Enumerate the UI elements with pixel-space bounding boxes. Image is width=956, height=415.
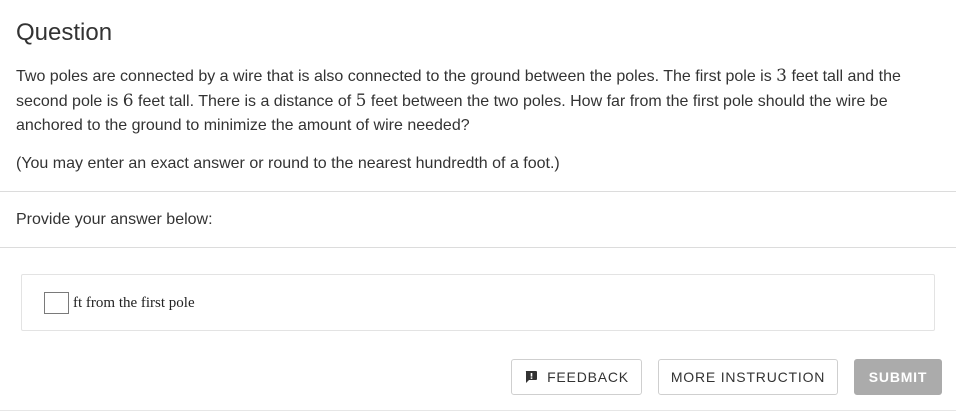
question-text-part-1: Two poles are connected by a wire that i… bbox=[16, 68, 777, 85]
question-text: Two poles are connected by a wire that i… bbox=[16, 64, 946, 138]
feedback-button[interactable]: FEEDBACK bbox=[511, 359, 642, 395]
answer-box: ft from the first pole bbox=[21, 274, 935, 331]
more-instruction-button-label: MORE INSTRUCTION bbox=[670, 369, 826, 385]
pole-distance: 5 bbox=[355, 91, 367, 111]
second-pole-height: 6 bbox=[122, 91, 134, 111]
answer-input[interactable] bbox=[44, 292, 69, 314]
question-text-part-3: feet tall. There is a distance of bbox=[133, 93, 356, 110]
submit-button[interactable]: SUBMIT bbox=[854, 359, 942, 395]
unit-label: ft from the first pole bbox=[73, 295, 195, 311]
divider bbox=[0, 191, 956, 192]
submit-button-label: SUBMIT bbox=[868, 369, 928, 385]
answer-prompt: Provide your answer below: bbox=[16, 211, 213, 228]
page-title: Question bbox=[16, 19, 113, 46]
rounding-note: (You may enter an exact answer or round … bbox=[16, 155, 560, 172]
bottom-divider bbox=[0, 410, 956, 411]
divider bbox=[0, 247, 956, 248]
first-pole-height: 3 bbox=[776, 66, 787, 86]
feedback-icon bbox=[524, 370, 538, 384]
feedback-button-label: FEEDBACK bbox=[547, 369, 629, 385]
more-instruction-button[interactable]: MORE INSTRUCTION bbox=[658, 359, 838, 395]
